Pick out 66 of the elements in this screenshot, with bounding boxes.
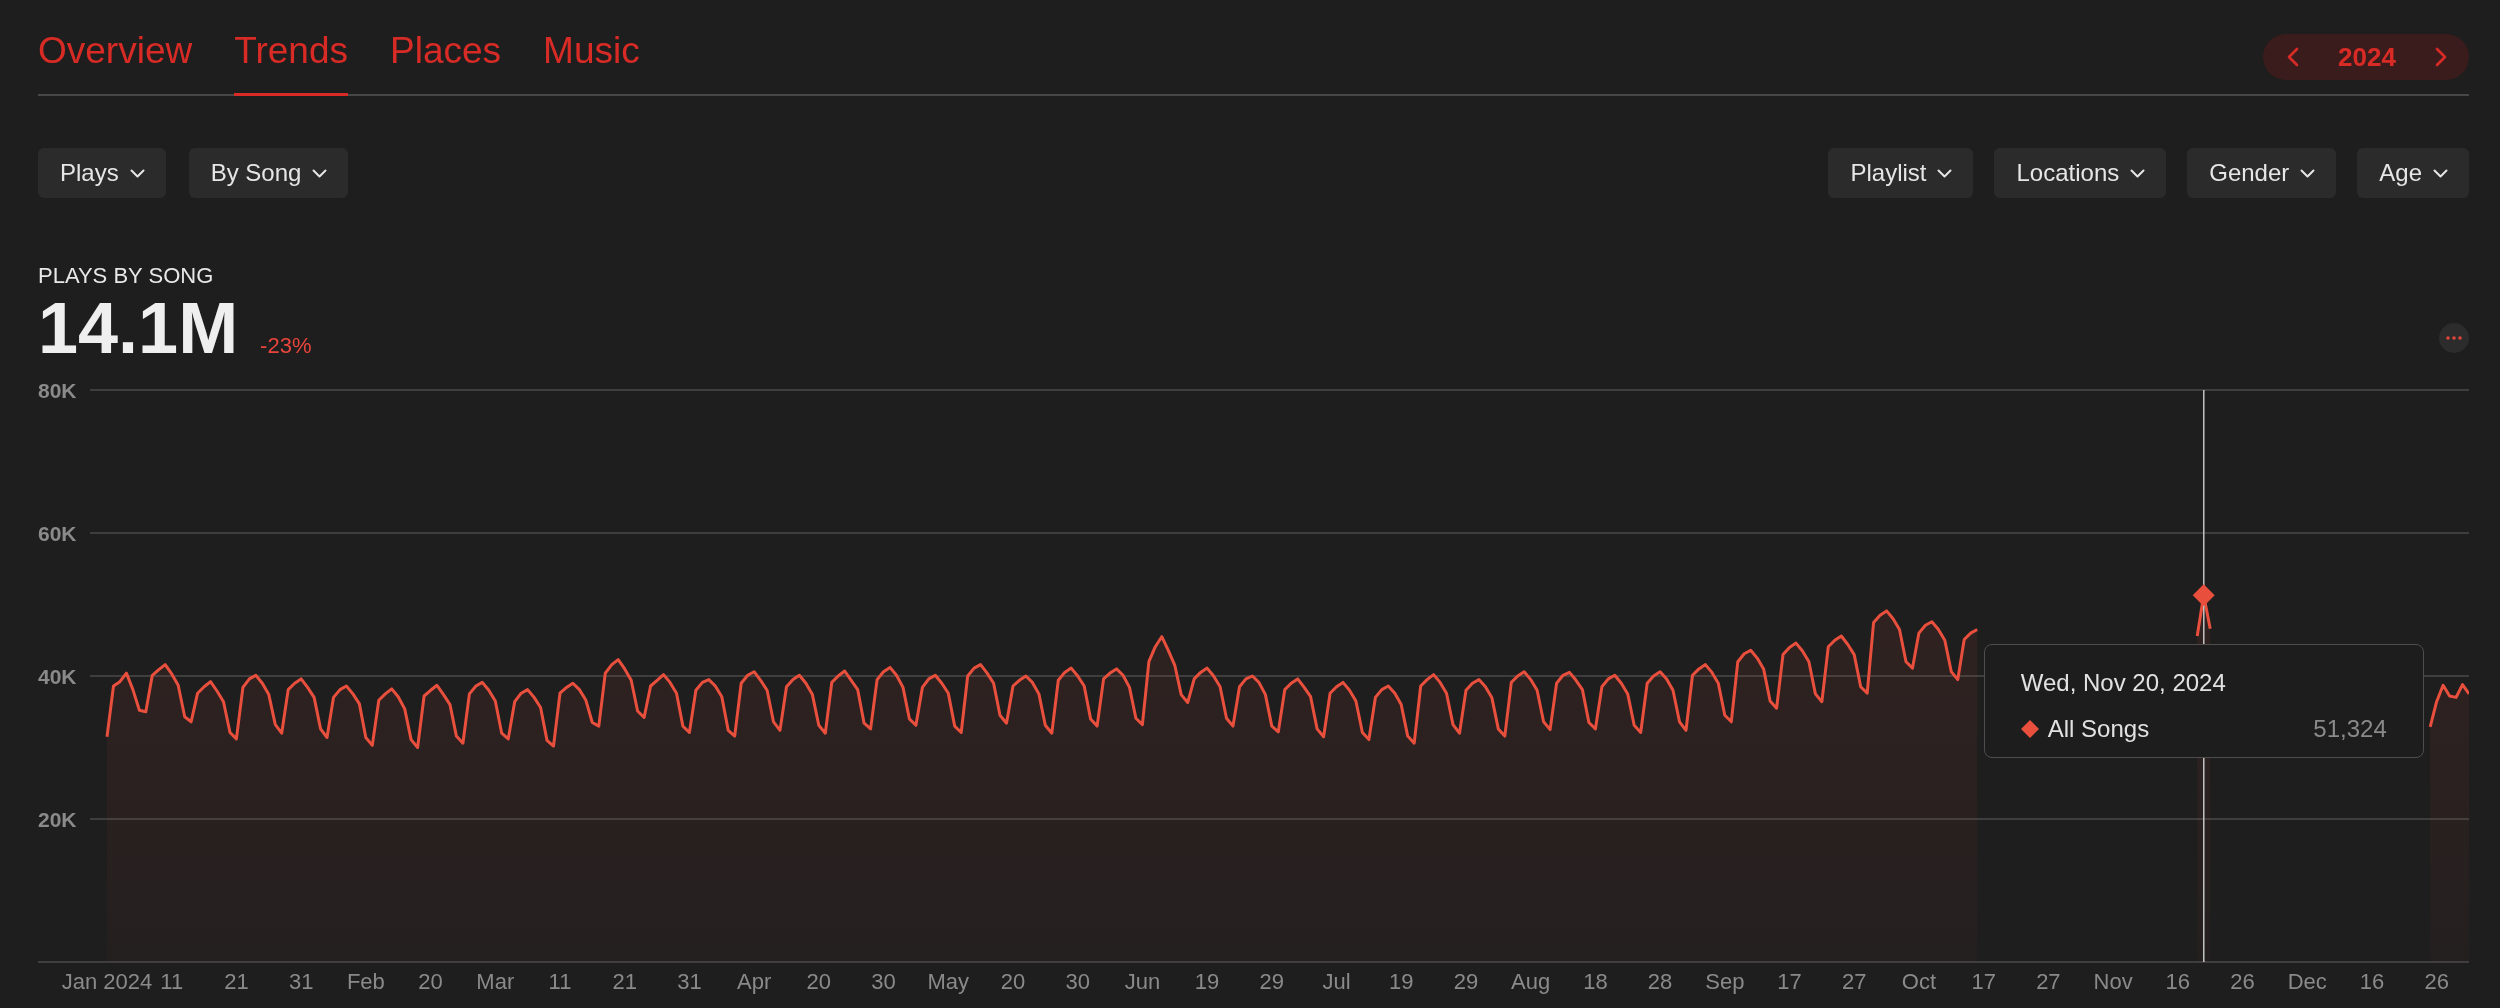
x-axis-label: Sep xyxy=(1705,969,1745,994)
tooltip-date: Wed, Nov 20, 2024 xyxy=(2020,669,2227,697)
x-axis-label: Jul xyxy=(1322,969,1351,994)
metric-value: 14.1M xyxy=(38,292,239,364)
y-axis-label: 80K xyxy=(38,378,77,402)
filter-dropdown[interactable]: Plays xyxy=(38,148,166,198)
x-axis-label: 17 xyxy=(1777,969,1802,994)
x-axis-label: 27 xyxy=(1842,969,1867,994)
chevron-down-icon xyxy=(312,168,328,178)
filter-dropdown[interactable]: Gender xyxy=(2187,148,2337,198)
year-label: 2024 xyxy=(2338,42,2396,72)
x-axis-label: Mar xyxy=(476,969,515,994)
x-axis-label: 29 xyxy=(1259,969,1285,994)
x-axis-label: 19 xyxy=(1194,969,1220,994)
x-axis-label: 20 xyxy=(806,969,832,994)
x-axis-label: 26 xyxy=(2424,969,2449,994)
series-value: 51,324 xyxy=(2313,715,2387,743)
chevron-left-icon xyxy=(2287,47,2299,67)
metric-title: PLAYS BY SONG xyxy=(38,263,215,289)
x-axis-label: 30 xyxy=(1065,969,1090,994)
x-axis-label: 19 xyxy=(1389,969,1414,994)
x-axis-label: Oct xyxy=(1901,969,1937,994)
ellipsis-icon xyxy=(2446,336,2462,340)
y-axis-label: 40K xyxy=(38,664,77,688)
next-year-button[interactable] xyxy=(2435,47,2447,67)
series-label: All Songs xyxy=(2047,715,2151,743)
change-percentage: -23% xyxy=(260,333,312,359)
chevron-down-icon xyxy=(2130,168,2146,178)
previous-year-button[interactable] xyxy=(2287,47,2299,67)
x-axis-label: Nov xyxy=(2093,969,2133,994)
filter-dropdown[interactable]: Age xyxy=(2357,148,2469,198)
x-axis-label: 11 xyxy=(160,969,184,994)
x-axis-label: 16 xyxy=(2165,969,2191,994)
x-axis-label: Dec xyxy=(2287,969,2327,994)
x-axis-label: 29 xyxy=(1453,969,1479,994)
filter-dropdown[interactable]: By Song xyxy=(188,148,349,198)
chevron-down-icon xyxy=(2300,168,2316,178)
x-axis-label: 21 xyxy=(224,969,249,994)
x-axis-label: Apr xyxy=(737,969,772,994)
x-axis-label: 18 xyxy=(1583,969,1608,994)
x-axis-label: Jun xyxy=(1124,969,1161,994)
x-axis-label: 30 xyxy=(871,969,896,994)
chevron-down-icon xyxy=(2433,168,2448,178)
x-axis-label: 31 xyxy=(677,969,702,994)
x-axis-label: 26 xyxy=(2230,969,2255,994)
chevron-down-icon xyxy=(1937,168,1953,178)
chevron-right-icon xyxy=(2435,47,2447,67)
y-axis-label: 60K xyxy=(38,521,77,545)
y-axis-label: 20K xyxy=(38,807,77,831)
x-axis-label: 20 xyxy=(1000,969,1026,994)
x-axis-label: Aug xyxy=(1511,969,1551,994)
more-button[interactable] xyxy=(2439,323,2469,353)
x-axis-label: 16 xyxy=(2359,969,2385,994)
x-axis-label: 17 xyxy=(1971,969,1996,994)
x-axis-label: 11 xyxy=(548,969,572,994)
x-axis-label: 21 xyxy=(612,969,637,994)
chevron-down-icon xyxy=(129,168,145,178)
filter-dropdown[interactable]: Locations xyxy=(1994,148,2167,198)
x-axis-label: 28 xyxy=(1647,969,1673,994)
filter-dropdown[interactable]: Playlist xyxy=(1828,148,1974,198)
x-axis-label: May xyxy=(927,969,970,994)
x-axis-label: Feb xyxy=(346,969,385,994)
x-axis-label: 20 xyxy=(418,969,443,994)
x-axis-label: Jan 2024 xyxy=(61,969,153,994)
x-axis-label: 31 xyxy=(288,969,314,994)
x-axis-label: 27 xyxy=(2036,969,2061,994)
